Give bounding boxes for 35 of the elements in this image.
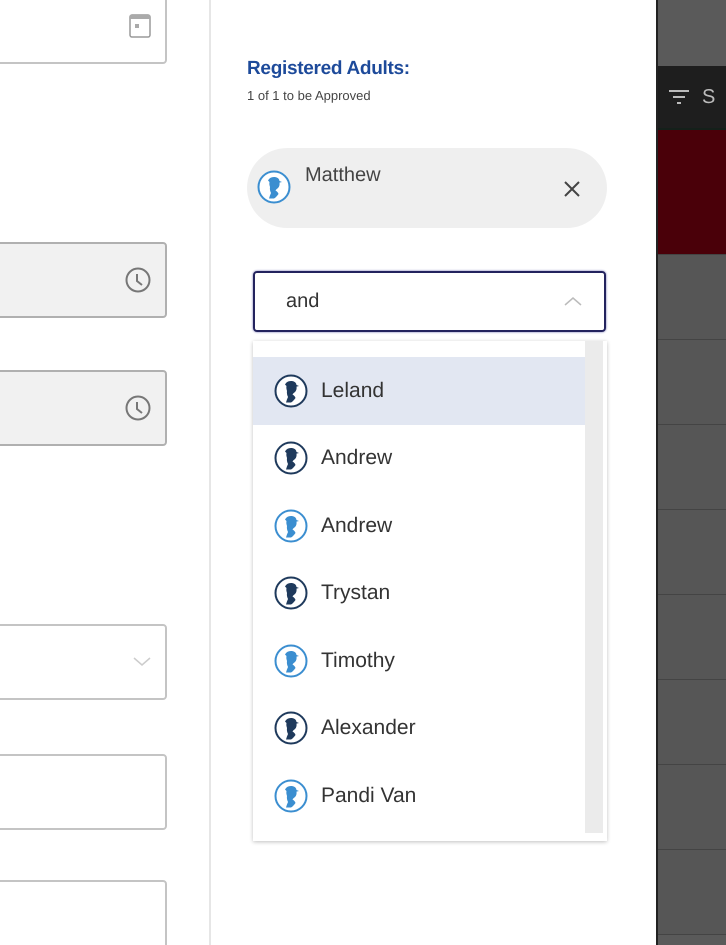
section-title: Registered Adults:	[247, 58, 411, 80]
chevron-icon[interactable]	[564, 296, 582, 307]
option-name: Alexander	[321, 716, 416, 740]
dropdown-option[interactable]: Leland	[253, 357, 585, 424]
table-row[interactable]	[658, 425, 726, 510]
option-name: Andrew	[321, 446, 392, 470]
input-field[interactable]	[0, 754, 167, 830]
dropdown-field[interactable]	[0, 624, 167, 700]
date-field[interactable]	[0, 0, 167, 64]
table-row[interactable]	[658, 680, 726, 765]
option-name: Pandi Van	[321, 784, 416, 808]
search-value: and	[286, 290, 320, 313]
calendar-icon[interactable]	[129, 14, 151, 38]
table-row[interactable]	[658, 255, 726, 340]
table-row[interactable]	[658, 340, 726, 425]
option-name: Timothy	[321, 648, 395, 673]
remove-chip-button[interactable]	[563, 180, 581, 198]
approval-count: 1 of 1 to be Approved	[247, 88, 372, 103]
table-row[interactable]	[658, 130, 726, 255]
close-icon	[563, 180, 581, 198]
search-field[interactable]: and	[253, 271, 606, 332]
table-row[interactable]	[658, 595, 726, 680]
chevron-down-icon[interactable]	[133, 657, 151, 667]
filter-icon[interactable]	[668, 89, 690, 105]
chip-name: Matthew	[305, 164, 382, 187]
header-label: S	[702, 86, 716, 108]
option-name: Andrew	[321, 514, 392, 538]
table-row[interactable]	[658, 510, 726, 595]
option-name: Trystan	[321, 581, 390, 606]
option-name: Leland	[321, 378, 384, 403]
table-row[interactable]	[658, 765, 726, 850]
dropdown-option[interactable]: Andrew	[253, 424, 585, 492]
table-row[interactable]	[658, 850, 726, 935]
scrollbar[interactable]	[585, 341, 603, 833]
input-field[interactable]	[0, 880, 167, 945]
